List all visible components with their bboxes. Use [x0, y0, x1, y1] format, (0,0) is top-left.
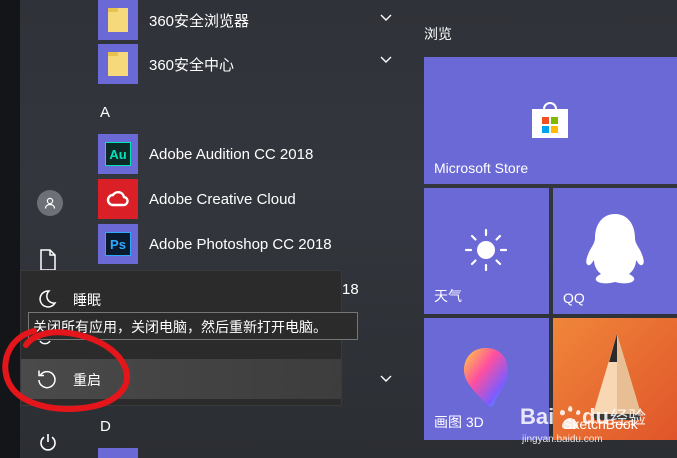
- tile-sketchbook[interactable]: SketchBook: [553, 318, 677, 440]
- restart-menu-item[interactable]: 重启: [21, 359, 341, 399]
- tile-weather[interactable]: 天气: [424, 188, 549, 314]
- app-label: 360安全中心: [149, 56, 235, 74]
- folder-icon: [98, 44, 138, 84]
- tile-label: 天气: [434, 288, 462, 304]
- moon-icon: [35, 287, 59, 311]
- pencil-icon: [585, 332, 649, 429]
- paint3d-drop-icon: [462, 346, 510, 415]
- photoshop-icon: Ps: [98, 224, 138, 264]
- tile-group-header[interactable]: 浏览: [424, 24, 452, 44]
- sleep-label: 睡眠: [73, 292, 101, 308]
- app-item-photoshop[interactable]: Ps Adobe Photoshop CC 2018: [98, 224, 398, 264]
- sun-icon: [462, 226, 510, 279]
- tile-label: QQ: [563, 290, 585, 306]
- app-label: Adobe Audition CC 2018: [149, 145, 314, 163]
- user-avatar-icon[interactable]: [37, 190, 63, 216]
- desktop-edge: [0, 0, 20, 458]
- app-label: Adobe Creative Cloud: [149, 190, 296, 208]
- app-item-360-security[interactable]: 360安全中心: [98, 44, 398, 84]
- app-label-partial: 18: [342, 281, 359, 298]
- tile-paint3d[interactable]: 画图 3D: [424, 318, 549, 440]
- folder-icon: [98, 0, 138, 40]
- app-label: Adobe Photoshop CC 2018: [149, 235, 332, 253]
- penguin-icon: [583, 212, 647, 293]
- section-letter-d[interactable]: D: [100, 418, 111, 435]
- restart-tooltip: 关闭所有应用，关闭电脑，然后重新打开电脑。: [28, 312, 358, 340]
- tile-microsoft-store[interactable]: Microsoft Store: [424, 57, 677, 184]
- chevron-down-icon[interactable]: [380, 56, 392, 64]
- chevron-down-icon[interactable]: [380, 14, 392, 22]
- store-bag-icon: [531, 99, 569, 144]
- creative-cloud-icon: [98, 179, 138, 219]
- restart-icon: [35, 367, 59, 391]
- section-letter-a[interactable]: A: [100, 104, 110, 121]
- app-label: 360安全浏览器: [149, 12, 250, 30]
- tile-label: Microsoft Store: [434, 160, 529, 176]
- tile-qq[interactable]: QQ: [553, 188, 677, 314]
- app-item-creative-cloud[interactable]: Adobe Creative Cloud: [98, 179, 398, 219]
- restart-label: 重启: [73, 372, 101, 388]
- tile-label: 画图 3D: [434, 414, 484, 430]
- app-tile-edge: [98, 448, 138, 458]
- tile-label: SketchBook: [563, 416, 638, 432]
- power-icon[interactable]: [34, 428, 62, 456]
- app-item-360-browser[interactable]: 360安全浏览器: [98, 0, 398, 40]
- audition-icon: Au: [98, 134, 138, 174]
- app-item-audition[interactable]: Au Adobe Audition CC 2018: [98, 134, 398, 174]
- chevron-down-icon[interactable]: [380, 375, 392, 383]
